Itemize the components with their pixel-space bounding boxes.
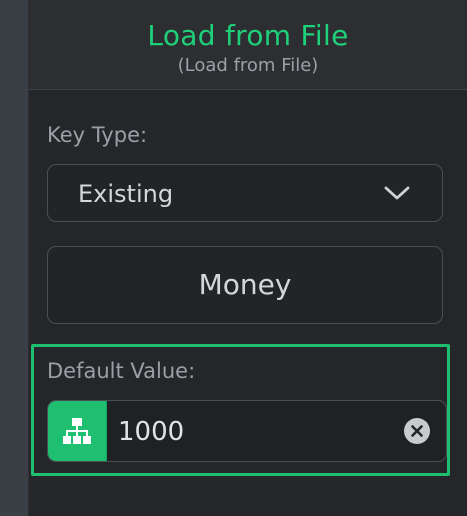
- clear-icon: [411, 425, 423, 437]
- clear-value-button[interactable]: [404, 418, 430, 444]
- panel-header: Load from File (Load from File): [29, 0, 467, 90]
- hierarchy-icon: [63, 418, 91, 444]
- left-sidebar-strip: [0, 0, 29, 516]
- key-type-dropdown[interactable]: Existing: [47, 164, 443, 222]
- default-value-label: Default Value:: [47, 359, 196, 383]
- node-properties-panel: Load from File (Load from File) Key Type…: [29, 0, 467, 516]
- key-type-label: Key Type:: [47, 123, 148, 147]
- chevron-down-icon: [384, 186, 410, 200]
- key-select-button[interactable]: Money: [47, 246, 443, 324]
- default-value-input[interactable]: [116, 415, 390, 449]
- value-type-toggle-button[interactable]: [48, 401, 107, 461]
- panel-title: Load from File: [147, 19, 349, 52]
- key-type-selected-value: Existing: [78, 180, 174, 208]
- default-value-field: [47, 400, 447, 462]
- panel-subtitle: (Load from File): [177, 55, 319, 76]
